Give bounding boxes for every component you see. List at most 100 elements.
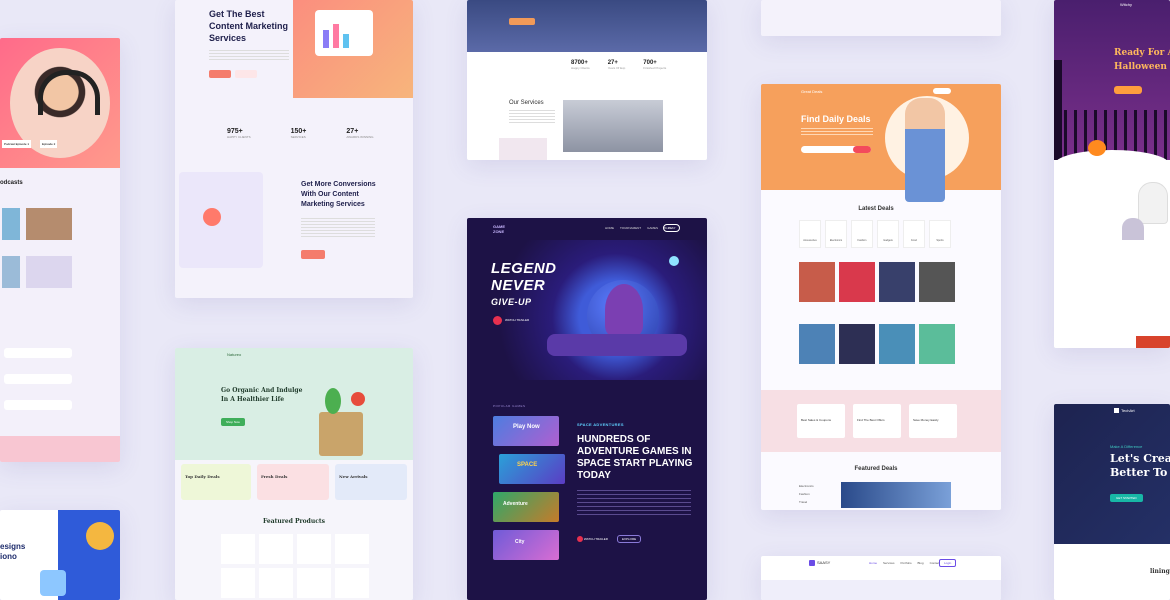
- podcast-thumb[interactable]: [26, 256, 72, 288]
- deals-template-card[interactable]: [761, 0, 1001, 36]
- gaming-template-card[interactable]: GAME ZONE HOME TOURNAMENT GAMES BLOG PLA…: [467, 218, 707, 600]
- halloween-template-card[interactable]: Witchy Ready For A Halloween P: [1054, 0, 1170, 348]
- gaming-cta-primary[interactable]: WATCH TRAILER: [577, 536, 608, 542]
- organic-promo-card[interactable]: Fresh Deals: [257, 464, 329, 500]
- halloween-cloud: [1054, 150, 1170, 180]
- featured-filter[interactable]: Electronics: [799, 482, 814, 490]
- cm-stat-label: AWARDS WINNING: [346, 135, 374, 139]
- gaming-desk: [547, 334, 687, 356]
- gaming-cta-primary-label: WATCH TRAILER: [583, 536, 608, 541]
- cm-dashboard-illustration: [315, 10, 373, 56]
- category-gadgets[interactable]: Gadgets: [877, 220, 899, 248]
- saas-login-button[interactable]: Login: [939, 559, 957, 567]
- deal-product[interactable]: [799, 262, 835, 302]
- podcast-episode-row[interactable]: [4, 348, 72, 358]
- gaming-desc: [577, 490, 691, 516]
- saas-nav-services[interactable]: Services: [883, 561, 895, 565]
- business-template-card[interactable]: TechArt Make A Difference Let's Crea Bet…: [1054, 404, 1170, 600]
- podcast-episode-row[interactable]: [4, 400, 72, 410]
- cm-section2-title: Get More Conversions With Our Content Ma…: [301, 180, 376, 210]
- category-label: Fashion: [857, 239, 867, 242]
- organic-shop-button[interactable]: Shop Now: [221, 418, 245, 426]
- interior-card[interactable]: 8700+ Happy Clients 27+ Years Of Exp 700…: [467, 0, 707, 160]
- podcast-thumb[interactable]: [2, 256, 20, 288]
- deal-product[interactable]: [839, 324, 875, 364]
- category-electronics[interactable]: Electronics: [825, 220, 847, 248]
- saas-nav-home[interactable]: Home: [869, 561, 877, 565]
- game-thumbnail[interactable]: Adventure: [493, 492, 559, 522]
- podcast-thumb[interactable]: [26, 208, 72, 240]
- gaming-nav-button[interactable]: PLAY: [663, 224, 681, 232]
- cm-primary-button[interactable]: [209, 70, 231, 78]
- featured-filter[interactable]: Travel: [799, 498, 814, 506]
- nav-home[interactable]: HOME: [605, 226, 614, 230]
- category-sports[interactable]: Sports: [929, 220, 951, 248]
- product-tile[interactable]: [259, 568, 293, 598]
- design-illustration: [58, 510, 120, 600]
- saas-nav-blog[interactable]: Blog: [918, 561, 924, 565]
- business-cta-button[interactable]: GET STARTED: [1110, 494, 1143, 502]
- cm-stat-1: 975+ HAPPY CLIENTS: [211, 128, 251, 139]
- nav-games[interactable]: GAMES: [647, 226, 658, 230]
- content-marketing-card[interactable]: Get The Best Content Marketing Services …: [175, 0, 413, 298]
- pumpkin-icon: [1088, 140, 1106, 156]
- cm-section2-button[interactable]: [301, 250, 325, 259]
- featured-filter[interactable]: Fashion: [799, 490, 814, 498]
- halloween-cta-button[interactable]: [1114, 86, 1142, 94]
- gaming-logo: GAME ZONE: [493, 224, 505, 234]
- podcast-episode-row[interactable]: [4, 374, 72, 384]
- category-food[interactable]: Food: [903, 220, 925, 248]
- deals-search-button[interactable]: [853, 146, 871, 153]
- category-accessories[interactable]: Accessories: [799, 220, 821, 248]
- deals-promo-label: Best Sales & Coupons: [801, 418, 832, 422]
- game-thumbnail[interactable]: City: [493, 530, 559, 560]
- deals-promo-card[interactable]: Find The Best Offers: [853, 404, 901, 438]
- deal-product[interactable]: [919, 262, 955, 302]
- interior-hero-button[interactable]: [509, 18, 535, 25]
- design-agency-card[interactable]: esigns iono: [0, 510, 120, 600]
- deal-product[interactable]: [919, 324, 955, 364]
- interior-stat: 27+ Years Of Exp: [608, 60, 626, 70]
- game-thumbnail[interactable]: SPACE: [499, 454, 565, 484]
- deals-latest-title: Latest Deals: [858, 206, 894, 212]
- gaming-play-icon[interactable]: [493, 316, 502, 325]
- interior-stat-label: Years Of Exp: [607, 66, 626, 70]
- product-tile[interactable]: [297, 534, 331, 564]
- deals-promo-card[interactable]: Save Money Easily: [909, 404, 957, 438]
- cm-stat-label: HAPPY CLIENTS: [227, 135, 251, 139]
- play-icon: [577, 536, 583, 542]
- gaming-watch-trailer[interactable]: WATCH TRAILER: [505, 318, 529, 322]
- deal-product[interactable]: [879, 324, 915, 364]
- saas-template-card[interactable]: SAASY Home Services Portfolio Blog Conta…: [761, 556, 1001, 600]
- daily-deals-card[interactable]: Great Deals Find Daily Deals Latest Deal…: [761, 84, 1001, 510]
- podcast-section-title: odcasts: [0, 180, 23, 186]
- organic-food-card[interactable]: Natureo Go Organic And Indulge In A Heal…: [175, 348, 413, 600]
- organic-hero-line1: Go Organic And Indulge: [221, 387, 303, 394]
- product-tile[interactable]: [221, 534, 255, 564]
- saas-nav-portfolio[interactable]: Portfolio: [901, 561, 912, 565]
- deals-promo-cards: Best Sales & Coupons Find The Best Offer…: [797, 404, 957, 438]
- cm-secondary-button[interactable]: [235, 70, 257, 78]
- podcast-template-card[interactable]: Podcast Episode 1 Episode 2 odcasts: [0, 38, 120, 462]
- gaming-cta-secondary[interactable]: EXPLORE: [617, 535, 642, 543]
- product-tile[interactable]: [335, 568, 369, 598]
- deals-promo-card[interactable]: Best Sales & Coupons: [797, 404, 845, 438]
- nav-tournament[interactable]: TOURNAMENT: [620, 226, 641, 230]
- organic-promo-card[interactable]: Top Daily Deals: [181, 464, 251, 500]
- deal-product[interactable]: [839, 262, 875, 302]
- organic-promo-card[interactable]: New Arrivals: [335, 464, 407, 500]
- product-tile[interactable]: [259, 534, 293, 564]
- saas-brand: SAASY: [817, 560, 831, 565]
- deal-product[interactable]: [879, 262, 915, 302]
- product-tile[interactable]: [297, 568, 331, 598]
- organic-brand: Natureo: [227, 352, 242, 357]
- deals-nav-button[interactable]: [933, 88, 951, 94]
- product-tile[interactable]: [221, 568, 255, 598]
- game-thumbnail[interactable]: Play Now: [493, 416, 559, 446]
- podcast-thumb[interactable]: [2, 208, 20, 240]
- product-tile[interactable]: [335, 534, 369, 564]
- deals-search-input[interactable]: [801, 146, 871, 153]
- cm-hero-line3: Services: [209, 33, 247, 43]
- category-fashion[interactable]: Fashion: [851, 220, 873, 248]
- deal-product[interactable]: [799, 324, 835, 364]
